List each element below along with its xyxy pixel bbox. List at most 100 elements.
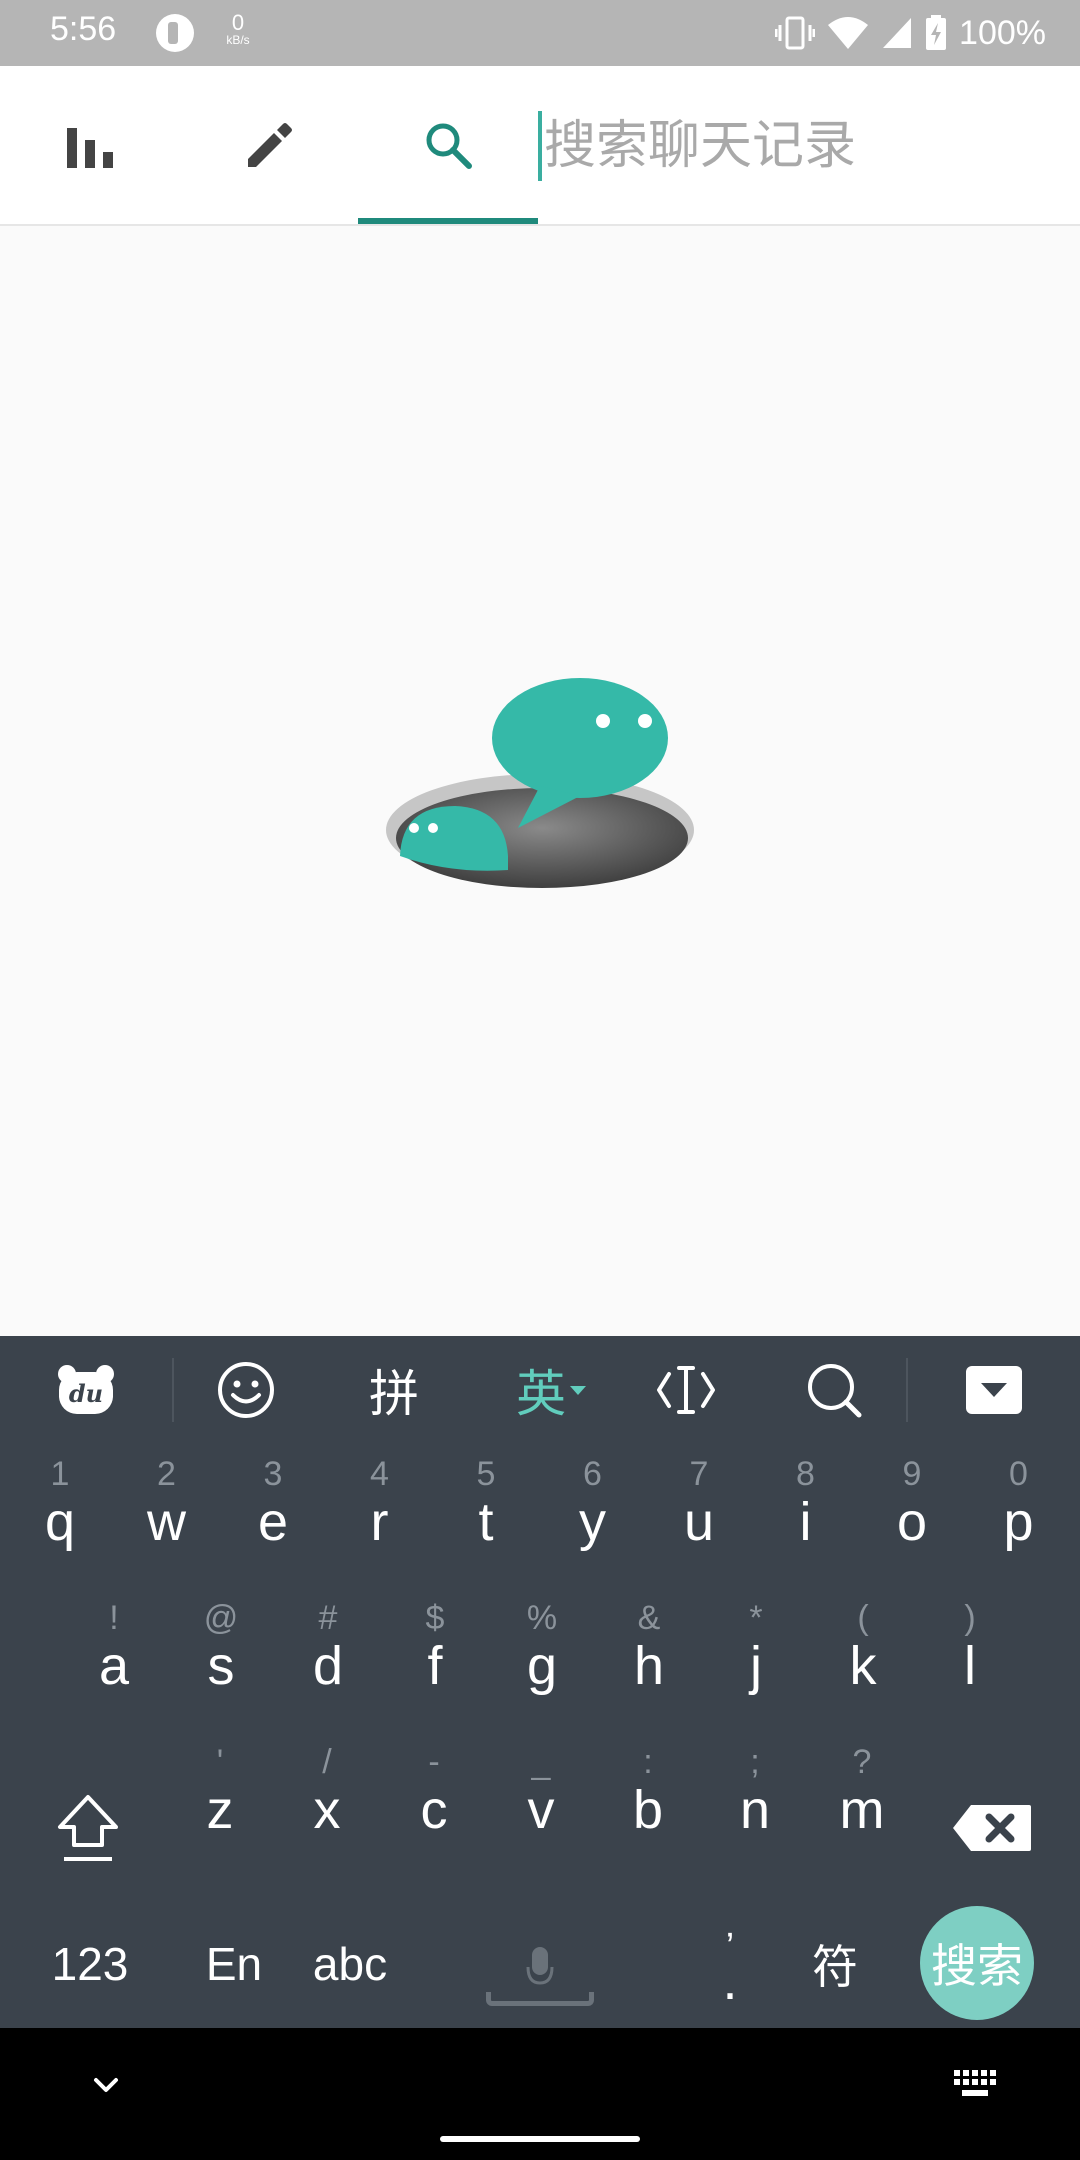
key-d[interactable]: # d — [280, 1598, 376, 1718]
key-t[interactable]: 5t — [438, 1454, 534, 1574]
symbols-key[interactable]: 符 — [790, 1900, 880, 2028]
soft-keyboard: du 拼 英 1 q 2 w 3 e 4 r 5 t 6 y 7 u 8 i 9… — [0, 1336, 1080, 2028]
key-label: a — [98, 1636, 130, 1696]
system-nav-bar — [0, 2028, 1080, 2160]
key-p[interactable]: 0p — [971, 1454, 1067, 1574]
punctuation-key[interactable]: ’ . — [690, 1900, 770, 2028]
key-a[interactable]: ! a — [66, 1598, 162, 1718]
search-field[interactable] — [538, 96, 1058, 196]
key-alt-label: & — [637, 1599, 661, 1637]
key-y[interactable]: 6y — [545, 1454, 641, 1574]
key-row-bottom: 123 En abc ’ . 符 搜索 — [0, 1900, 1080, 2028]
key-g[interactable]: % g — [494, 1598, 590, 1718]
pinyin-label: 拼 — [369, 1365, 419, 1423]
key-j[interactable]: * j — [708, 1598, 804, 1718]
key-c[interactable]: -c — [386, 1742, 482, 1862]
english-mode-button[interactable]: 英 — [496, 1336, 606, 1444]
key-b[interactable]: :b — [600, 1742, 696, 1862]
key-alt-label: _ — [531, 1743, 551, 1781]
key-label: d — [312, 1636, 344, 1696]
key-label: s — [207, 1636, 235, 1696]
key-o[interactable]: 9o — [864, 1454, 960, 1574]
key-label: w — [147, 1492, 186, 1552]
chevron-down-icon[interactable] — [86, 2066, 126, 2106]
key-e[interactable]: 3e — [225, 1454, 321, 1574]
key-alt-label: $ — [425, 1599, 445, 1637]
key-v[interactable]: _ v — [493, 1742, 589, 1862]
key-w[interactable]: 2w — [119, 1454, 215, 1574]
cellular-signal-icon — [883, 18, 912, 48]
status-icons: 100% — [775, 10, 1046, 56]
language-key[interactable]: En — [184, 1900, 284, 2028]
key-alt-label: 3 — [263, 1455, 283, 1493]
key-k[interactable]: (k — [815, 1598, 911, 1718]
microphone-icon — [526, 1947, 554, 1985]
tab-edit[interactable] — [180, 66, 360, 224]
key-u[interactable]: 7u — [651, 1454, 747, 1574]
key-s[interactable]: @ s — [173, 1598, 269, 1718]
cursor-control-button[interactable] — [636, 1336, 736, 1444]
text-cursor — [538, 111, 542, 181]
keyboard-switch-icon[interactable] — [952, 2068, 998, 2102]
tab-search[interactable] — [358, 66, 538, 224]
key-n[interactable]: ; n — [707, 1742, 803, 1862]
key-label: f — [427, 1636, 443, 1696]
toolbar-divider — [906, 1358, 908, 1422]
key-q[interactable]: 1q — [12, 1454, 108, 1574]
key-alt-label: 1 — [50, 1455, 70, 1493]
key-i[interactable]: 8i — [758, 1454, 854, 1574]
hide-keyboard-icon — [966, 1366, 1022, 1414]
key-alt-label: ( — [857, 1599, 869, 1637]
key-m[interactable]: ? m — [814, 1742, 910, 1862]
du-logo-icon: du — [58, 1365, 114, 1414]
active-tab-indicator — [358, 218, 538, 224]
key-alt-label: 7 — [689, 1455, 709, 1493]
key-label: u — [683, 1492, 715, 1552]
backspace-key[interactable] — [944, 1768, 1040, 1888]
app-tab-bar — [0, 66, 1080, 226]
shift-icon — [58, 1795, 118, 1861]
key-h[interactable]: & h — [601, 1598, 697, 1718]
key-l[interactable]: ) l — [922, 1598, 1018, 1718]
home-gesture-handle[interactable] — [440, 2136, 640, 2142]
key-alt-label: / — [322, 1743, 332, 1781]
key-alt-label: ; — [750, 1743, 760, 1781]
key-f[interactable]: $ f — [387, 1598, 483, 1718]
key-label: g — [526, 1636, 558, 1696]
key-label: l — [964, 1636, 976, 1696]
search-go-button[interactable]: 搜索 — [920, 1906, 1034, 2020]
toolbar-divider — [172, 1358, 174, 1422]
abc-key[interactable]: abc — [294, 1900, 406, 2028]
key-label: z — [206, 1780, 234, 1840]
english-label: 英 — [516, 1365, 566, 1423]
key-alt-label: * — [749, 1599, 763, 1637]
numbers-key[interactable]: 123 — [30, 1900, 150, 2028]
key-r[interactable]: 4r — [332, 1454, 428, 1574]
key-z[interactable]: ' z — [172, 1742, 268, 1862]
tab-stats[interactable] — [0, 66, 180, 224]
network-speed-value: 0 — [231, 10, 245, 35]
key-label: i — [799, 1492, 812, 1552]
key-x[interactable]: / x — [279, 1742, 375, 1862]
emoji-button[interactable] — [196, 1336, 296, 1444]
backspace-icon — [953, 1805, 1031, 1851]
shift-key[interactable] — [40, 1768, 136, 1888]
key-alt-label: : — [643, 1743, 653, 1781]
vibrate-icon — [775, 16, 816, 50]
hide-keyboard-button[interactable] — [944, 1336, 1044, 1444]
du-logo-button[interactable]: du — [36, 1336, 136, 1444]
key-label: c — [420, 1780, 448, 1840]
pencil-icon — [248, 123, 292, 167]
key-label: t — [478, 1492, 494, 1552]
wifi-icon — [828, 17, 869, 49]
status-bar: 5:56 0 kB/s 100% — [0, 0, 1080, 66]
keyboard-toolbar: du 拼 英 — [0, 1336, 1080, 1444]
key-label: m — [839, 1780, 885, 1840]
search-icon — [426, 123, 472, 169]
key-label: q — [44, 1492, 76, 1552]
pinyin-mode-button[interactable]: 拼 — [344, 1336, 444, 1444]
search-input[interactable] — [544, 116, 1034, 176]
key-alt-label: % — [526, 1599, 558, 1637]
space-key[interactable] — [486, 1930, 594, 2006]
keyboard-search-button[interactable] — [784, 1336, 884, 1444]
